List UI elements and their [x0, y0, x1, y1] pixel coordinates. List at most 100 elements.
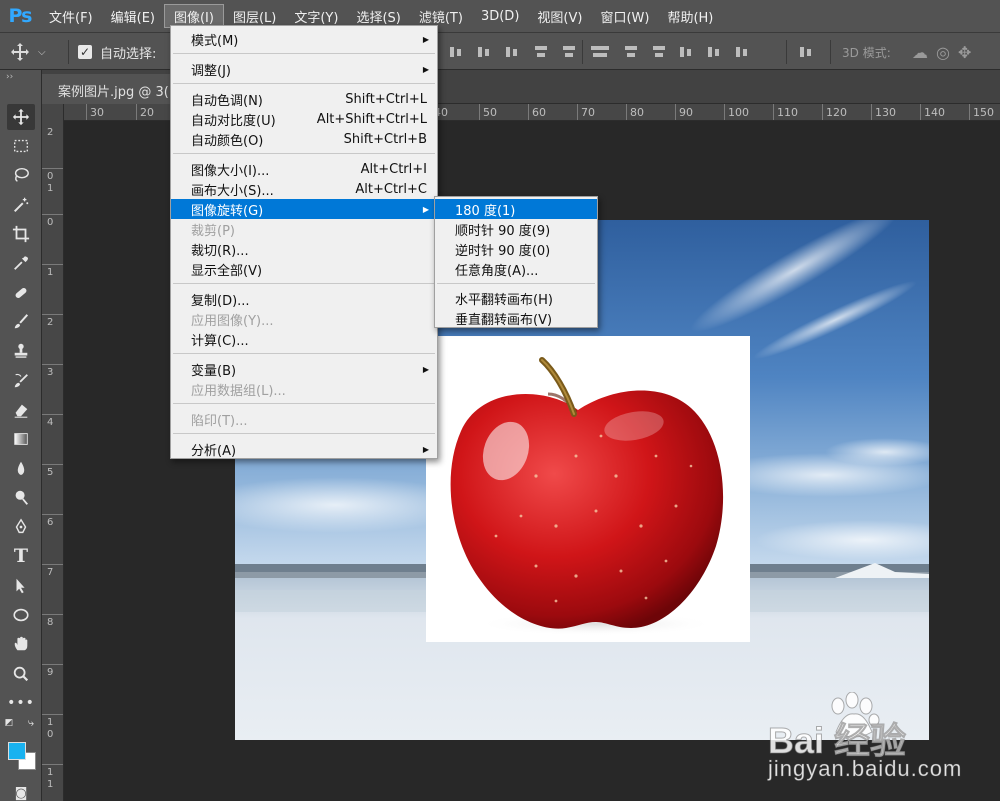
menu-item-analysis[interactable]: 分析(A) ▶ [171, 439, 437, 459]
menu-item-rotate-90-cw[interactable]: 顺时针 90 度(9) [435, 219, 597, 239]
move-tool-icon[interactable] [7, 104, 35, 130]
align-bottom-icon[interactable] [504, 44, 522, 60]
ruler-tick [871, 104, 872, 120]
menu-item-mode[interactable]: 模式(M) ▶ [171, 29, 437, 49]
more-tools-icon[interactable]: ••• [7, 690, 35, 716]
distribute-bottom-icon[interactable] [650, 44, 668, 60]
photoshop-logo: Ps [8, 5, 33, 27]
3d-orbit-icon[interactable]: ☁ [912, 43, 928, 62]
foreground-color-swatch[interactable] [8, 742, 26, 760]
ruler-tick [920, 104, 921, 120]
blur-tool-icon[interactable] [7, 456, 35, 482]
menu-item-shortcut: Alt+Ctrl+C [355, 181, 427, 197]
clone-stamp-tool-icon[interactable] [7, 338, 35, 364]
submenu-arrow-icon: ▶ [422, 444, 429, 454]
separator [830, 40, 831, 64]
ruler-label: 2 [47, 317, 54, 328]
menu-item-label: 计算(C)... [191, 333, 249, 349]
menu-item-apply-image[interactable]: 应用图像(Y)... [171, 309, 437, 329]
menu-item-flip-vertical[interactable]: 垂直翻转画布(V) [435, 308, 597, 328]
ruler-label: 130 [875, 106, 896, 119]
path-selection-tool-icon[interactable] [7, 573, 35, 599]
menu-3d[interactable]: 3D(D) [472, 4, 528, 28]
quick-mask-icon[interactable]: ◙ [7, 780, 35, 801]
menu-item-variables[interactable]: 变量(B) ▶ [171, 359, 437, 379]
menu-item-duplicate[interactable]: 复制(D)... [171, 289, 437, 309]
hand-tool-icon[interactable] [7, 631, 35, 657]
menu-item-label: 陷印(T)... [191, 413, 248, 429]
distribute-hcenter-icon[interactable] [706, 44, 724, 60]
menu-item-adjustments[interactable]: 调整(J) ▶ [171, 59, 437, 79]
menu-item-label: 裁剪(P) [191, 223, 235, 239]
ruler-tick [675, 104, 676, 120]
ruler-label: 7 [47, 567, 54, 578]
ruler-label: 80 [630, 106, 644, 119]
menu-item-arbitrary-angle[interactable]: 任意角度(A)... [435, 259, 597, 279]
eyedropper-tool-icon[interactable] [7, 250, 35, 276]
distribute-right-icon[interactable] [734, 44, 752, 60]
menu-help[interactable]: 帮助(H) [658, 4, 722, 28]
menu-item-apply-data-set[interactable]: 应用数据组(L)... [171, 379, 437, 399]
document-tab[interactable]: 案例图片.jpg @ 3( [42, 74, 182, 104]
align-vcenter-icon[interactable] [476, 44, 494, 60]
menu-item-reveal-all[interactable]: 显示全部(V) [171, 259, 437, 279]
menu-item-image-rotation[interactable]: 图像旋转(G) ▶ [171, 199, 437, 219]
crop-tool-icon[interactable] [7, 221, 35, 247]
apple-layer[interactable] [426, 336, 750, 642]
type-tool-icon[interactable]: T [7, 543, 35, 569]
menu-item-flip-horizontal[interactable]: 水平翻转画布(H) [435, 288, 597, 308]
menu-item-auto-tone[interactable]: 自动色调(N) Shift+Ctrl+L [171, 89, 437, 109]
submenu-arrow-icon: ▶ [422, 364, 429, 374]
ruler-tick [42, 664, 63, 665]
gradient-tool-icon[interactable] [7, 426, 35, 452]
menu-item-calculations[interactable]: 计算(C)... [171, 329, 437, 349]
submenu-arrow-icon: ▶ [422, 64, 429, 74]
eraser-tool-icon[interactable] [7, 397, 35, 423]
dodge-tool-icon[interactable] [7, 485, 35, 511]
align-hcenter-icon[interactable] [560, 44, 578, 60]
menu-item-crop[interactable]: 裁剪(P) [171, 219, 437, 239]
distribute-vcenter-icon[interactable] [622, 44, 640, 60]
align-left-icon[interactable] [532, 44, 550, 60]
brush-tool-icon[interactable] [7, 309, 35, 335]
menu-item-image-size[interactable]: 图像大小(I)... Alt+Ctrl+I [171, 159, 437, 179]
zoom-tool-icon[interactable] [7, 661, 35, 687]
lasso-tool-icon[interactable] [7, 162, 35, 188]
menu-item-rotate-180[interactable]: 180 度(1) [435, 199, 597, 219]
menu-item-rotate-90-ccw[interactable]: 逆时针 90 度(0) [435, 239, 597, 259]
magic-wand-tool-icon[interactable] [7, 192, 35, 218]
move-tool-preset[interactable]: ⌵ [10, 33, 60, 71]
swap-colors-icon[interactable]: ⤷ [24, 716, 38, 730]
auto-select-checkbox[interactable]: ✓ [78, 45, 92, 59]
menu-item-trim[interactable]: 裁切(R)... [171, 239, 437, 259]
distribute-left-icon[interactable] [678, 44, 696, 60]
menu-separator [173, 83, 435, 84]
menu-view[interactable]: 视图(V) [528, 4, 591, 28]
marquee-tool-icon[interactable] [7, 133, 35, 159]
menu-item-label: 裁切(R)... [191, 243, 249, 259]
collapse-icon[interactable]: ›› [0, 70, 42, 84]
menu-item-canvas-size[interactable]: 画布大小(S)... Alt+Ctrl+C [171, 179, 437, 199]
3d-pan-icon[interactable]: ✥ [958, 43, 971, 62]
align-top-icon[interactable] [448, 44, 466, 60]
ruler-label: 3 [47, 367, 54, 378]
distribute-top-icon[interactable] [594, 44, 612, 60]
auto-align-layers-icon[interactable] [798, 44, 816, 60]
menu-item-trap[interactable]: 陷印(T)... [171, 409, 437, 429]
3d-roll-icon[interactable]: ◎ [936, 43, 950, 62]
options-bar: ⌵ ✓ 自动选择: 3D 模式: ☁ ◎ ✥ [0, 32, 1000, 70]
menu-file[interactable]: 文件(F) [40, 4, 102, 28]
history-brush-tool-icon[interactable] [7, 368, 35, 394]
vertical-ruler[interactable]: 2 0 1 0 1 2 3 4 5 6 7 8 9 1 0 1 1 [42, 104, 64, 801]
menu-item-auto-color[interactable]: 自动颜色(O) Shift+Ctrl+B [171, 129, 437, 149]
menu-item-label: 复制(D)... [191, 293, 250, 309]
menu-edit[interactable]: 编辑(E) [102, 4, 164, 28]
menu-window[interactable]: 窗口(W) [591, 4, 658, 28]
ellipse-tool-icon[interactable] [7, 602, 35, 628]
default-colors-icon[interactable]: ◩ [2, 716, 16, 730]
menu-separator [173, 433, 435, 434]
healing-brush-tool-icon[interactable] [7, 280, 35, 306]
menu-item-auto-contrast[interactable]: 自动对比度(U) Alt+Shift+Ctrl+L [171, 109, 437, 129]
pen-tool-icon[interactable] [7, 514, 35, 540]
separator [582, 40, 583, 64]
